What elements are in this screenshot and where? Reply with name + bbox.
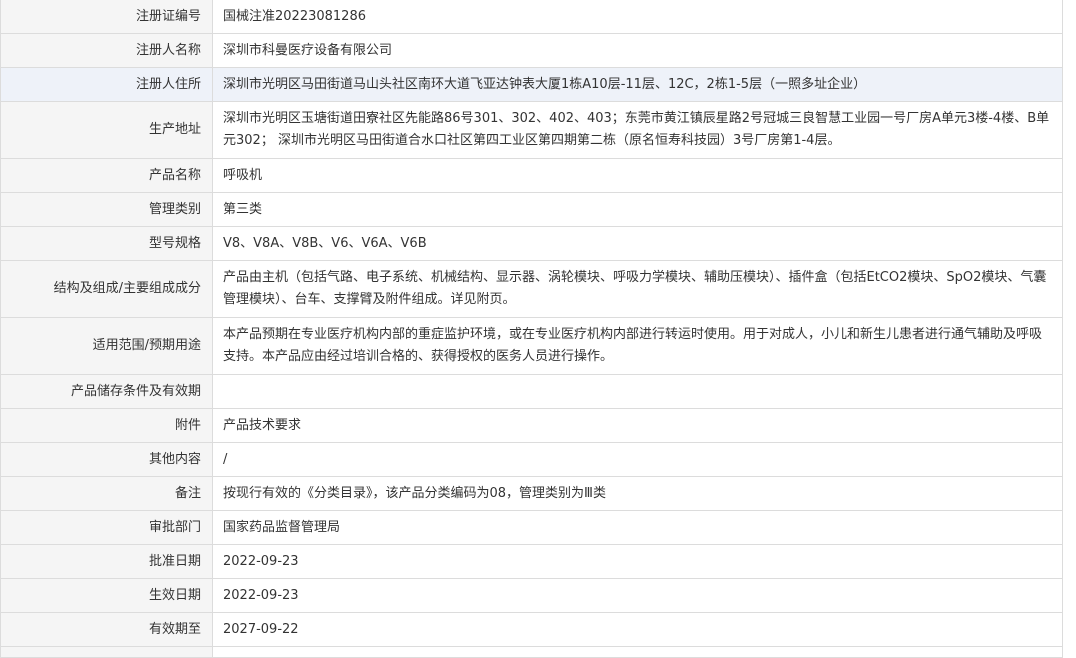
row-label: 管理类别 xyxy=(0,192,213,227)
table-row: 其他内容 / xyxy=(0,442,1063,477)
row-value: 2027-09-22 xyxy=(212,612,1063,647)
table-row: 型号规格 V8、V8A、V8B、V6、V6A、V6B xyxy=(0,226,1063,261)
row-label: 产品储存条件及有效期 xyxy=(0,374,213,409)
row-label: 有效期至 xyxy=(0,612,213,647)
row-label: 适用范围/预期用途 xyxy=(0,317,213,375)
row-label: 批准日期 xyxy=(0,544,213,579)
table-row: 备注 按现行有效的《分类目录》，该产品分类编码为08，管理类别为Ⅲ类 xyxy=(0,476,1063,511)
row-label: 注册人名称 xyxy=(0,33,213,68)
row-value: V8、V8A、V8B、V6、V6A、V6B xyxy=(212,226,1063,261)
table-row: 产品名称 呼吸机 xyxy=(0,158,1063,193)
row-label: 其他内容 xyxy=(0,442,213,477)
row-label: 注册人住所 xyxy=(0,67,213,102)
table-row: 生效日期 2022-09-23 xyxy=(0,578,1063,613)
row-value: 按现行有效的《分类目录》，该产品分类编码为08，管理类别为Ⅲ类 xyxy=(212,476,1063,511)
table-row: 产品储存条件及有效期 xyxy=(0,374,1063,409)
row-label: 结构及组成/主要组成成分 xyxy=(0,260,213,318)
row-value: / xyxy=(212,442,1063,477)
table-row: 结构及组成/主要组成成分 产品由主机（包括气路、电子系统、机械结构、显示器、涡轮… xyxy=(0,260,1063,318)
row-value: 国械注准20223081286 xyxy=(212,0,1063,34)
registration-detail-table: 注册证编号 国械注准20223081286 注册人名称 深圳市科曼医疗设备有限公… xyxy=(0,0,1063,658)
table-row-highlighted: 注册人住所 深圳市光明区马田街道马山头社区南环大道飞亚达钟表大厦1栋A10层-1… xyxy=(0,67,1063,102)
table-row: 生产地址 深圳市光明区玉塘街道田寮社区先能路86号301、302、402、403… xyxy=(0,101,1063,159)
row-value: 呼吸机 xyxy=(212,158,1063,193)
row-value: 2022-09-23 xyxy=(212,578,1063,613)
row-value: 2022-09-23 xyxy=(212,544,1063,579)
row-value: 深圳市光明区玉塘街道田寮社区先能路86号301、302、402、403；东莞市黄… xyxy=(212,101,1063,159)
row-label: 附件 xyxy=(0,408,213,443)
table-row: 附件 产品技术要求 xyxy=(0,408,1063,443)
table-row: 适用范围/预期用途 本产品预期在专业医疗机构内部的重症监护环境，或在专业医疗机构… xyxy=(0,317,1063,375)
row-label: 审批部门 xyxy=(0,510,213,545)
row-value: 产品由主机（包括气路、电子系统、机械结构、显示器、涡轮模块、呼吸力学模块、辅助压… xyxy=(212,260,1063,318)
row-label: 生产地址 xyxy=(0,101,213,159)
table-row: 审批部门 国家药品监督管理局 xyxy=(0,510,1063,545)
row-value: 第三类 xyxy=(212,192,1063,227)
table-row: 批准日期 2022-09-23 xyxy=(0,544,1063,579)
table-row: 管理类别 第三类 xyxy=(0,192,1063,227)
row-value: 国家药品监督管理局 xyxy=(212,510,1063,545)
table-row: 注册人名称 深圳市科曼医疗设备有限公司 xyxy=(0,33,1063,68)
row-label: 注册证编号 xyxy=(0,0,213,34)
row-label: 型号规格 xyxy=(0,226,213,261)
row-value xyxy=(212,374,1063,409)
table-row-partial xyxy=(0,646,1063,658)
table-row: 注册证编号 国械注准20223081286 xyxy=(0,0,1063,34)
row-label: 生效日期 xyxy=(0,578,213,613)
row-label: 产品名称 xyxy=(0,158,213,193)
row-value: 产品技术要求 xyxy=(212,408,1063,443)
row-value: 本产品预期在专业医疗机构内部的重症监护环境，或在专业医疗机构内部进行转运时使用。… xyxy=(212,317,1063,375)
row-value: 深圳市光明区马田街道马山头社区南环大道飞亚达钟表大厦1栋A10层-11层、12C… xyxy=(212,67,1063,102)
row-value xyxy=(212,646,1063,658)
registration-detail-table-wrapper: 注册证编号 国械注准20223081286 注册人名称 深圳市科曼医疗设备有限公… xyxy=(0,0,1063,658)
row-label: 备注 xyxy=(0,476,213,511)
row-label xyxy=(0,646,213,658)
row-value: 深圳市科曼医疗设备有限公司 xyxy=(212,33,1063,68)
table-row: 有效期至 2027-09-22 xyxy=(0,612,1063,647)
